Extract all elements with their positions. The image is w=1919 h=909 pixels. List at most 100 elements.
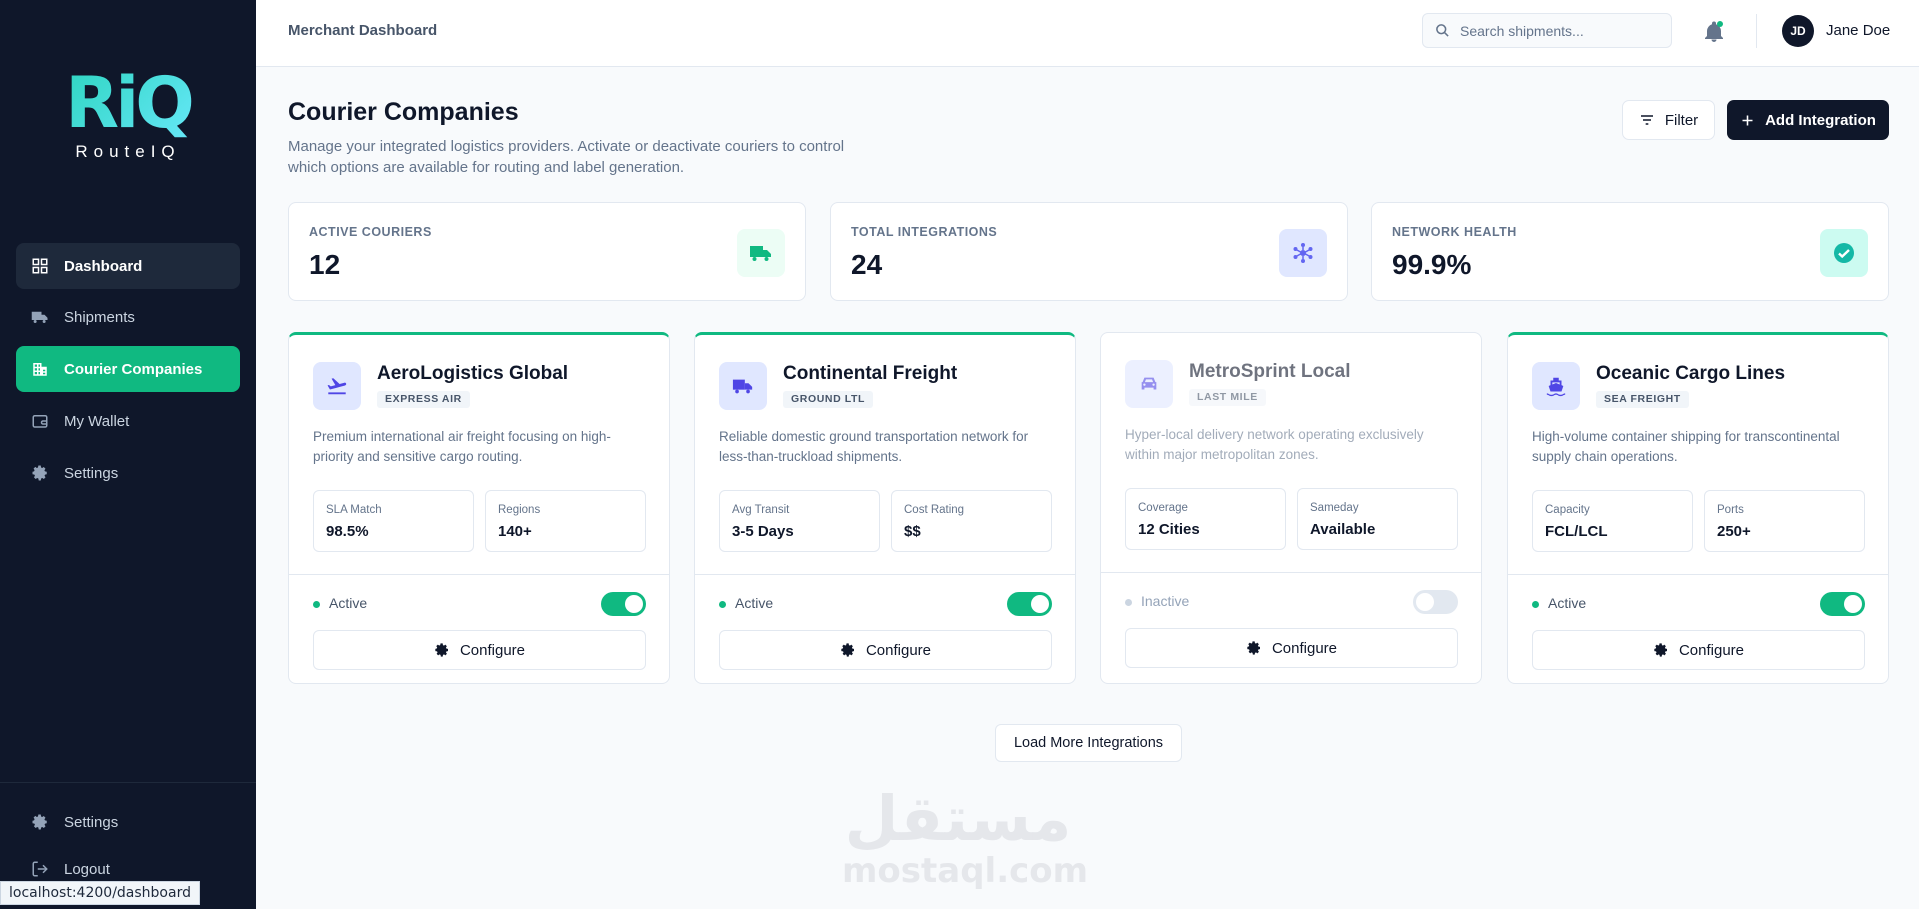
ship-icon xyxy=(1546,377,1566,397)
courier-card-aerologistics: AeroLogistics Global EXPRESS AIR Premium… xyxy=(288,332,670,684)
configure-label: Configure xyxy=(1678,641,1745,659)
card-divider xyxy=(1508,574,1888,575)
metric-box: Coverage 12 Cities xyxy=(1125,488,1286,550)
configure-button[interactable]: Configure xyxy=(1125,628,1458,668)
building-icon xyxy=(33,363,47,376)
courier-description: Premium international air freight focusi… xyxy=(313,429,611,464)
sidebar-item-label: Logout xyxy=(64,860,110,878)
gear-icon xyxy=(841,643,854,657)
metric-value: 12 Cities xyxy=(1138,521,1200,538)
sidebar-footer-settings[interactable]: Settings xyxy=(16,799,240,845)
stat-card-total-integrations: TOTAL INTEGRATIONS 24 xyxy=(830,202,1348,301)
user-name[interactable]: Jane Doe xyxy=(1826,22,1890,39)
add-integration-label: Add Integration xyxy=(1765,111,1876,129)
courier-card-oceanic-cargo: Oceanic Cargo Lines SEA FREIGHT High-vol… xyxy=(1507,332,1889,684)
sidebar-item-settings[interactable]: Settings xyxy=(16,450,240,496)
sidebar-item-dashboard[interactable]: Dashboard xyxy=(16,243,240,289)
truck-icon xyxy=(732,379,753,394)
bell-icon[interactable] xyxy=(1702,20,1726,44)
configure-button[interactable]: Configure xyxy=(313,630,646,670)
configure-button[interactable]: Configure xyxy=(719,630,1052,670)
courier-status: Active xyxy=(1548,595,1587,611)
configure-label: Configure xyxy=(865,641,932,659)
courier-tag: EXPRESS AIR xyxy=(377,391,470,408)
stat-icon-box xyxy=(1820,229,1868,277)
avatar[interactable]: JD xyxy=(1782,15,1814,47)
gear-icon xyxy=(32,814,47,830)
metric-label: Regions xyxy=(498,504,541,516)
status-dot xyxy=(1125,599,1132,606)
courier-toggle[interactable] xyxy=(601,592,646,616)
metric-label: Capacity xyxy=(1545,504,1590,516)
gear-icon xyxy=(1247,641,1260,655)
search-input[interactable]: Search shipments... xyxy=(1422,13,1672,48)
courier-description: Hyper-local delivery network operating e… xyxy=(1125,427,1424,462)
configure-label: Configure xyxy=(1271,639,1338,657)
check-circle-icon xyxy=(1834,243,1854,263)
configure-label: Configure xyxy=(459,641,526,659)
toggle-knob xyxy=(625,595,643,613)
metric-label: SLA Match xyxy=(326,504,382,516)
status-dot xyxy=(313,601,320,608)
gear-icon xyxy=(1654,643,1667,657)
courier-toggle[interactable] xyxy=(1820,592,1865,616)
metric-box: Cost Rating $$ xyxy=(891,490,1052,552)
search-placeholder: Search shipments... xyxy=(1460,22,1584,39)
page-title: Courier Companies xyxy=(288,98,519,126)
sidebar-item-courier-companies[interactable]: Courier Companies xyxy=(16,346,240,392)
metric-value: Available xyxy=(1310,521,1376,538)
toggle-knob xyxy=(1844,595,1862,613)
metric-label: Coverage xyxy=(1138,502,1188,514)
plus-icon xyxy=(1742,115,1753,125)
courier-status: Active xyxy=(329,595,368,611)
topbar: Merchant Dashboard Search shipments... J… xyxy=(256,0,1919,67)
metric-value: 140+ xyxy=(498,523,532,540)
metric-box: Sameday Available xyxy=(1297,488,1458,550)
browser-status-url: localhost:4200/dashboard xyxy=(0,881,200,905)
sidebar-item-label: Settings xyxy=(64,813,119,831)
add-integration-button[interactable]: Add Integration xyxy=(1727,100,1889,140)
courier-tag: GROUND LTL xyxy=(783,391,874,408)
hub-icon xyxy=(1293,243,1313,263)
courier-toggle[interactable] xyxy=(1007,592,1052,616)
sidebar-item-shipments[interactable]: Shipments xyxy=(16,294,240,340)
grid-icon xyxy=(32,258,48,274)
courier-icon-box xyxy=(313,362,361,410)
metric-box: Regions 140+ xyxy=(485,490,646,552)
toggle-knob xyxy=(1031,595,1049,613)
status-dot xyxy=(1532,601,1539,608)
stat-value: 99.9% xyxy=(1392,249,1472,280)
load-more-button[interactable]: Load More Integrations xyxy=(995,724,1182,762)
metric-box: Avg Transit 3-5 Days xyxy=(719,490,880,552)
courier-icon-box xyxy=(1532,362,1580,410)
stat-icon-box xyxy=(737,229,785,277)
configure-button[interactable]: Configure xyxy=(1532,630,1865,670)
car-icon xyxy=(1141,377,1157,390)
sidebar-item-my-wallet[interactable]: My Wallet xyxy=(16,398,240,444)
courier-card-continental-freight: Continental Freight GROUND LTL Reliable … xyxy=(694,332,1076,684)
brand-logo[interactable]: RiQ RouteIQ xyxy=(58,68,198,168)
stat-value: 24 xyxy=(851,249,883,280)
courier-toggle[interactable] xyxy=(1413,590,1458,614)
courier-description: Reliable domestic ground transportation … xyxy=(719,429,1029,464)
filter-button[interactable]: Filter xyxy=(1622,100,1715,140)
courier-icon-box xyxy=(1125,360,1173,408)
courier-status: Active xyxy=(735,595,774,611)
sidebar-item-label: Shipments xyxy=(64,308,135,326)
status-dot xyxy=(719,601,726,608)
card-divider xyxy=(1101,572,1481,573)
metric-value: 250+ xyxy=(1717,523,1751,540)
metric-label: Ports xyxy=(1717,504,1744,516)
topbar-divider xyxy=(1756,14,1757,48)
gear-icon xyxy=(435,643,448,657)
metric-box: Ports 250+ xyxy=(1704,490,1865,552)
metric-label: Cost Rating xyxy=(904,504,965,516)
card-divider xyxy=(289,574,669,575)
stat-label: NETWORK HEALTH xyxy=(1392,225,1517,239)
stat-value: 12 xyxy=(309,249,341,280)
courier-name: Oceanic Cargo Lines xyxy=(1596,363,1786,384)
courier-status: Inactive xyxy=(1141,593,1190,609)
stat-card-network-health: NETWORK HEALTH 99.9% xyxy=(1371,202,1889,301)
metric-value: 3-5 Days xyxy=(732,523,794,540)
filter-label: Filter xyxy=(1664,111,1699,129)
